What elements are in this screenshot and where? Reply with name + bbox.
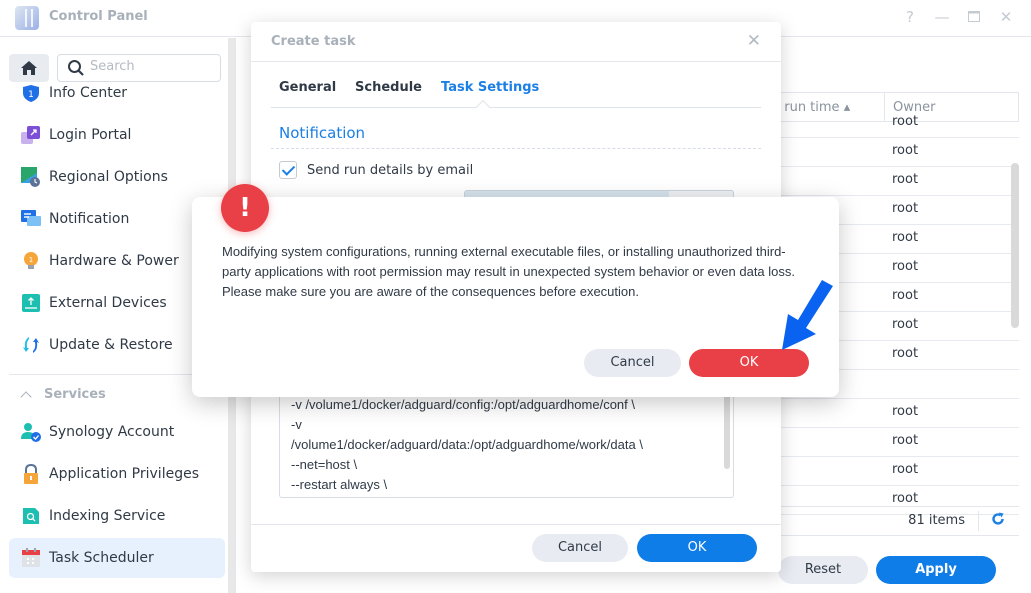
section-label: Services — [44, 387, 106, 402]
owner-cell: root — [892, 259, 919, 274]
lock-icon — [21, 463, 41, 484]
sidebar-item-label: Hardware & Power — [49, 253, 179, 269]
sidebar-item-label: Regional Options — [49, 169, 168, 185]
sidebar-item-info-center[interactable]: 1 Info Center — [9, 73, 225, 113]
regional-options-icon — [21, 167, 41, 187]
script-line: --net=host \ — [291, 457, 358, 472]
table-row[interactable]: root — [757, 138, 1019, 167]
tab-general[interactable]: General — [279, 80, 336, 95]
sidebar-item-label: Synology Account — [49, 424, 175, 440]
close-icon[interactable]: ✕ — [747, 31, 761, 51]
item-count: 81 items — [908, 513, 965, 528]
sidebar-item-application-privileges[interactable]: Application Privileges — [9, 454, 225, 494]
sidebar-item-label: Indexing Service — [49, 508, 166, 524]
sidebar-item-label: Login Portal — [49, 127, 132, 143]
info-shield-icon: 1 — [21, 83, 41, 103]
table-row[interactable]: root — [757, 428, 1019, 457]
owner-cell: root — [892, 288, 919, 303]
services-section-header[interactable]: Services — [20, 387, 106, 403]
warning-ok-button[interactable]: OK — [689, 349, 809, 377]
sidebar-item-synology-account[interactable]: Synology Account — [9, 412, 225, 452]
maximize-icon[interactable] — [964, 8, 984, 26]
script-scrollbar[interactable] — [724, 385, 730, 469]
external-device-icon — [21, 293, 41, 313]
calendar-icon — [21, 548, 41, 568]
notification-icon — [21, 209, 41, 229]
chevron-up-icon — [20, 390, 32, 403]
owner-cell: root — [892, 433, 919, 448]
warning-cancel-button[interactable]: Cancel — [584, 349, 681, 377]
dialog-footer-divider — [251, 524, 781, 525]
task-cancel-button[interactable]: Cancel — [532, 534, 628, 562]
owner-cell: root — [892, 346, 919, 361]
table-row[interactable]: root — [757, 109, 1019, 138]
sidebar-item-task-scheduler[interactable]: Task Scheduler — [9, 538, 225, 578]
table-scrollbar[interactable] — [1011, 163, 1019, 328]
owner-cell: root — [892, 491, 919, 506]
section-divider — [271, 148, 761, 149]
search-input[interactable] — [90, 59, 214, 74]
tab-bar: General Schedule Task Settings — [271, 78, 761, 108]
help-icon[interactable]: ? — [900, 8, 920, 26]
window-title: Control Panel — [49, 9, 148, 24]
control-panel-icon — [15, 6, 39, 30]
owner-cell: root — [892, 201, 919, 216]
table-row[interactable]: root — [757, 399, 1019, 428]
sidebar-item-login-portal[interactable]: Login Portal — [9, 115, 225, 155]
dialog-title: Create task — [271, 34, 356, 49]
sidebar-item-regional-options[interactable]: Regional Options — [9, 157, 225, 197]
table-row[interactable]: root — [757, 167, 1019, 196]
sidebar-item-label: Notification — [49, 211, 130, 227]
dialog-header: Create task ✕ — [251, 22, 781, 62]
apply-button[interactable]: Apply — [876, 556, 996, 584]
warning-message: Modifying system configurations, running… — [222, 244, 796, 299]
login-portal-icon — [21, 125, 41, 145]
indexing-icon — [21, 506, 41, 526]
sidebar-item-label: Info Center — [49, 85, 128, 101]
tab-schedule[interactable]: Schedule — [355, 80, 422, 95]
sidebar-item-label: Update & Restore — [49, 337, 173, 353]
annotation-arrow-icon — [782, 280, 833, 350]
warning-exclamation-icon: ! — [221, 184, 269, 232]
script-line: /volume1/docker/adguard/data:/opt/adguar… — [291, 437, 643, 452]
update-restore-icon — [21, 335, 41, 355]
root-permission-warning-dialog: ! Modifying system configurations, runni… — [192, 184, 839, 397]
owner-cell: root — [892, 143, 919, 158]
tab-task-settings[interactable]: Task Settings — [441, 80, 539, 95]
table-footer: 81 items — [757, 506, 1019, 536]
send-email-label: Send run details by email — [307, 162, 474, 178]
script-line: -v — [291, 417, 302, 432]
sidebar-item-label: Task Scheduler — [49, 550, 154, 566]
script-line: -v /volume1/docker/adguard/config:/opt/a… — [291, 397, 635, 412]
owner-cell: root — [892, 462, 919, 477]
owner-cell: root — [892, 230, 919, 245]
sidebar-item-label: External Devices — [49, 295, 167, 311]
synology-account-icon — [21, 422, 41, 442]
close-icon[interactable]: ✕ — [996, 8, 1016, 26]
table-row[interactable]: root — [757, 457, 1019, 486]
send-email-option[interactable]: Send run details by email — [279, 161, 473, 179]
footer-divider — [978, 511, 979, 531]
notification-section-title: Notification — [279, 124, 366, 142]
lightbulb-icon: 1 — [21, 251, 41, 271]
script-line: --restart always \ — [291, 477, 388, 492]
owner-cell: root — [892, 114, 919, 129]
svg-text:1: 1 — [29, 256, 33, 264]
minimize-icon[interactable]: — — [932, 8, 952, 26]
owner-cell: root — [892, 172, 919, 187]
reset-button[interactable]: Reset — [778, 556, 868, 584]
send-email-checkbox[interactable] — [279, 161, 297, 179]
owner-cell: root — [892, 404, 919, 419]
svg-text:1: 1 — [28, 90, 34, 100]
owner-cell: root — [892, 317, 919, 332]
task-ok-button[interactable]: OK — [637, 534, 757, 562]
user-defined-script-textarea[interactable]: -v /volume1/docker/adguard/config:/opt/a… — [279, 382, 734, 498]
refresh-icon[interactable] — [991, 512, 1005, 530]
sidebar-item-indexing-service[interactable]: Indexing Service — [9, 496, 225, 536]
sidebar-item-label: Application Privileges — [49, 466, 199, 482]
